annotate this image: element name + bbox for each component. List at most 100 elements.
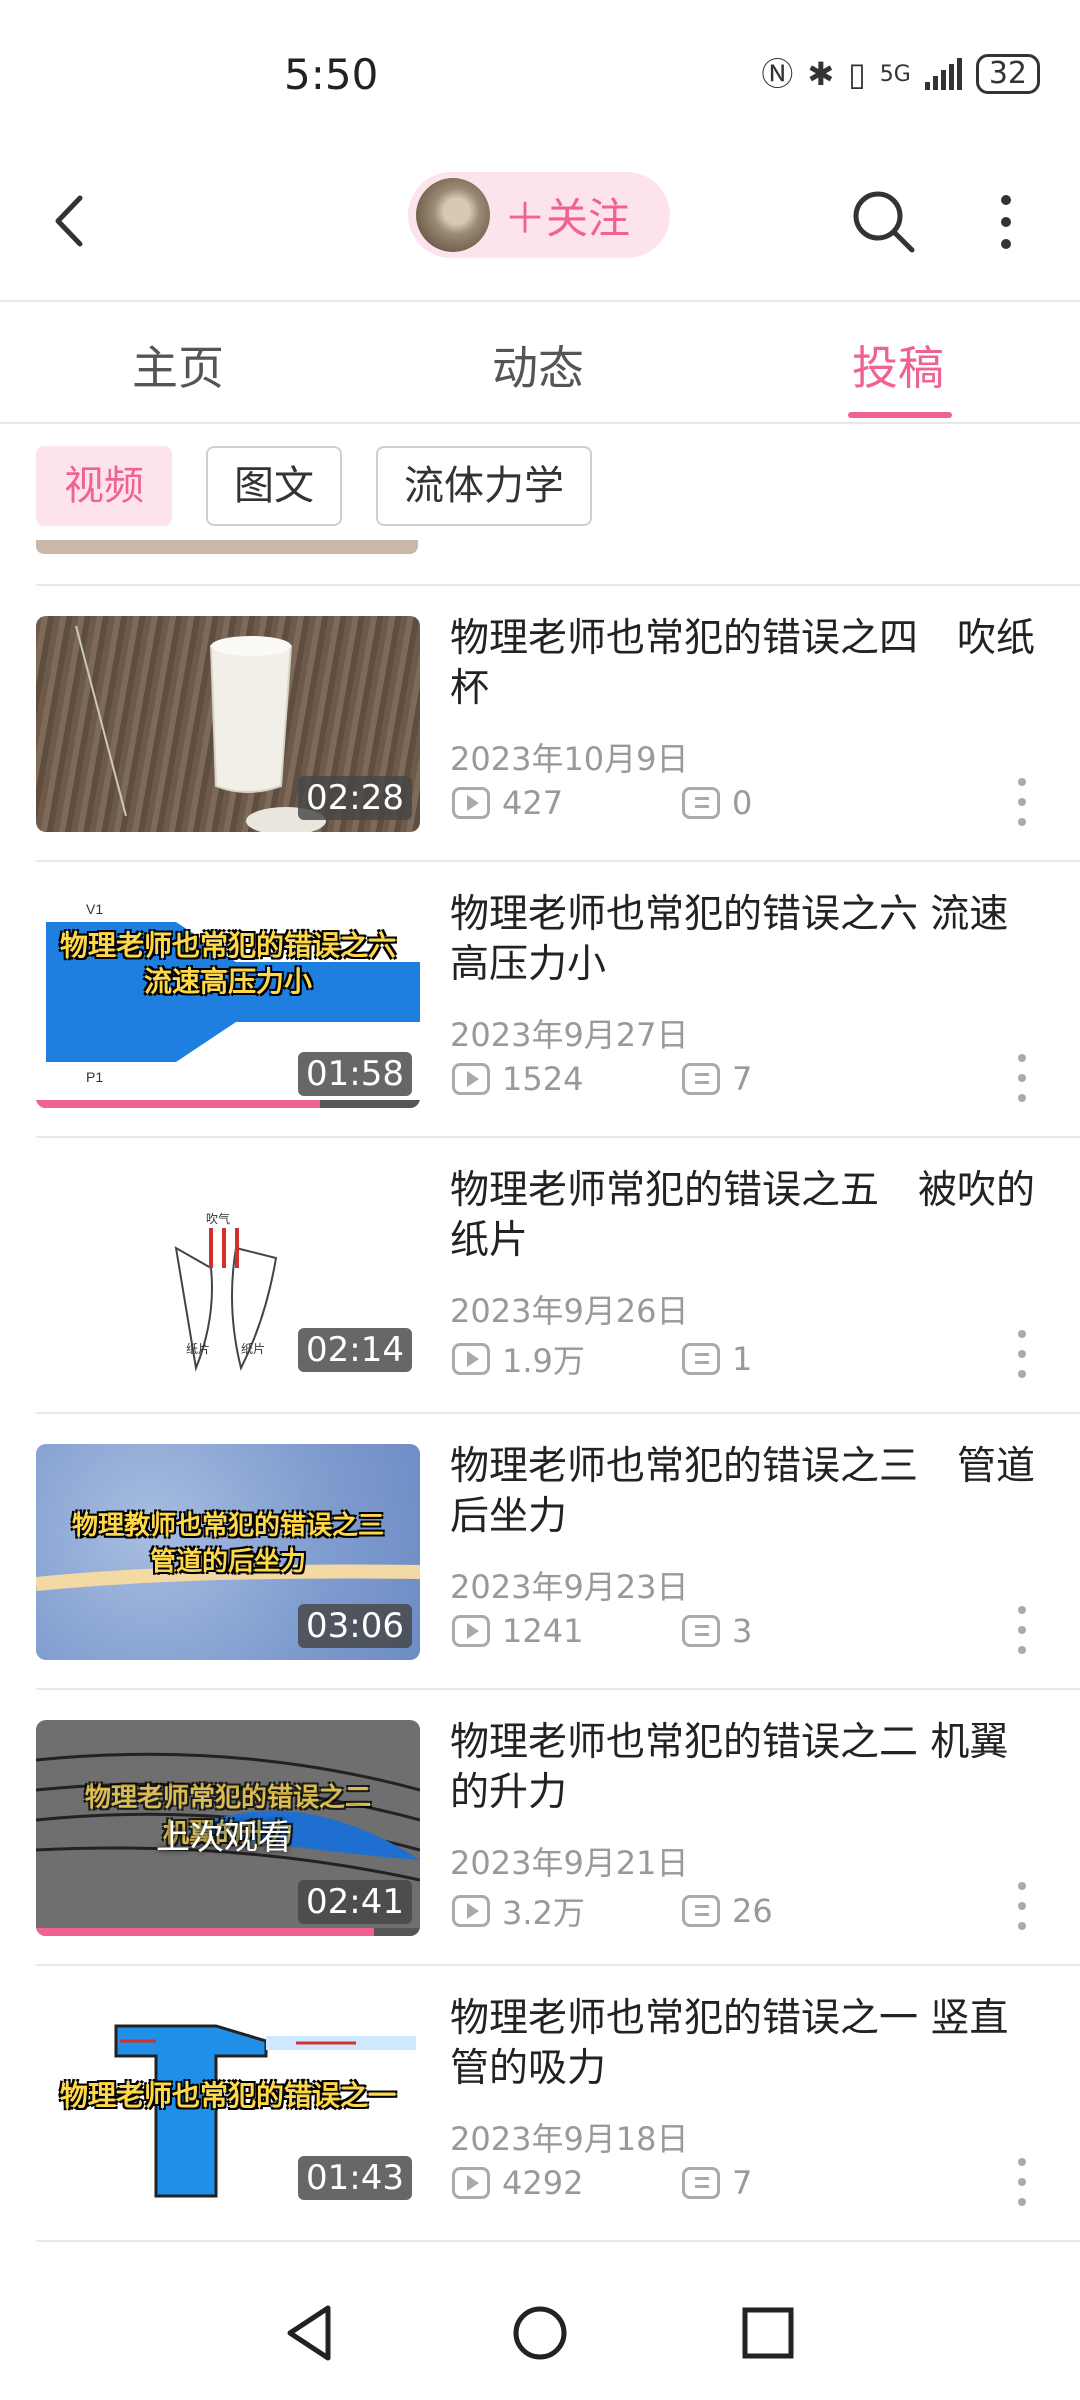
video-thumbnail[interactable]: 物理老师也常犯的错误之一 01:43 — [36, 1996, 420, 2212]
follow-button[interactable]: ＋关注 — [408, 172, 670, 258]
circle-home-icon — [513, 2306, 567, 2360]
signal-icon — [924, 58, 962, 90]
tab-home[interactable]: 主页 — [132, 332, 224, 398]
play-count-icon — [452, 1895, 490, 1927]
comment-icon — [682, 1343, 720, 1375]
comment-count: 3 — [732, 1612, 753, 1650]
video-title[interactable]: 物理老师也常犯的错误之三 管道后坐力 — [450, 1442, 1040, 1542]
video-duration: 03:06 — [298, 1604, 412, 1648]
more-options-button[interactable] — [986, 186, 1026, 258]
square-recents-icon — [742, 2307, 794, 2359]
video-date: 2023年9月26日 — [450, 1292, 689, 1330]
row-more-button[interactable] — [1012, 1606, 1032, 1654]
video-duration: 01:43 — [298, 2156, 412, 2200]
more-vertical-icon — [1001, 195, 1011, 249]
video-thumbnail[interactable]: 物理老师常犯的错误之二 机翼的升力 上次观看 02:41 — [36, 1720, 420, 1936]
search-button[interactable] — [848, 186, 920, 258]
filter-fluid-mechanics[interactable]: 流体力学 — [376, 446, 592, 526]
filter-video[interactable]: 视频 — [36, 446, 172, 526]
video-row[interactable]: V1 V2 P1 物理老师也常犯的错误之六 流速高压力小 01:58 物理老师也… — [0, 862, 1080, 1138]
thumbnail-caption: 物理教师也常犯的错误之三 管道的后坐力 — [71, 1511, 384, 1577]
video-stats: 427 0 — [452, 784, 752, 822]
video-thumbnail[interactable]: 02:28 — [36, 616, 420, 832]
svg-text:P1: P1 — [86, 1069, 103, 1085]
nav-back-button[interactable] — [276, 2298, 346, 2368]
active-tab-indicator — [848, 412, 952, 418]
row-more-button[interactable] — [1012, 778, 1032, 826]
video-thumbnail[interactable]: 吹气 纸片 纸片 02:14 — [36, 1168, 420, 1384]
tabs-divider — [0, 422, 1080, 424]
comment-count: 7 — [732, 1060, 753, 1098]
video-row[interactable]: 02:28 物理老师也常犯的错误之四 吹纸杯 2023年10月9日 427 0 — [0, 586, 1080, 862]
comment-icon — [682, 2167, 720, 2199]
video-stats: 4292 7 — [452, 2164, 752, 2202]
video-duration: 02:41 — [298, 1880, 412, 1924]
video-thumbnail[interactable]: 物理教师也常犯的错误之三 管道的后坐力 03:06 — [36, 1444, 420, 1660]
play-count-icon — [452, 1615, 490, 1647]
video-title[interactable]: 物理老师也常犯的错误之六 流速高压力小 — [450, 890, 1040, 990]
video-row[interactable]: 吹气 纸片 纸片 02:14 物理老师常犯的错误之五 被吹的纸片 2023年9月… — [0, 1138, 1080, 1414]
last-watched-label: 上次观看 — [156, 1818, 292, 1858]
tab-dynamics[interactable]: 动态 — [492, 332, 584, 398]
avatar[interactable] — [416, 178, 490, 252]
view-count: 1.9万 — [502, 1342, 585, 1380]
video-title[interactable]: 物理老师也常犯的错误之二 机翼的升力 — [450, 1718, 1040, 1818]
nav-home-button[interactable] — [505, 2298, 575, 2368]
video-list: 02:28 物理老师也常犯的错误之四 吹纸杯 2023年10月9日 427 0 … — [0, 586, 1080, 2242]
comment-icon — [682, 787, 720, 819]
video-stats: 1241 3 — [452, 1612, 752, 1650]
watch-progress-bar — [36, 1928, 374, 1936]
video-title[interactable]: 物理老师也常犯的错误之一 竖直管的吸力 — [450, 1994, 1040, 2094]
video-row[interactable]: 物理老师也常犯的错误之一 01:43 物理老师也常犯的错误之一 竖直管的吸力 2… — [0, 1966, 1080, 2242]
comment-icon — [682, 1615, 720, 1647]
filter-chips: 视频 图文 流体力学 — [36, 446, 592, 526]
thumbnail-caption: 物理老师也常犯的错误之一 — [59, 2079, 396, 2112]
filter-image-text[interactable]: 图文 — [206, 446, 342, 526]
view-count: 1524 — [502, 1060, 584, 1098]
system-nav-bar — [0, 2268, 1080, 2400]
row-more-button[interactable] — [1012, 2158, 1032, 2206]
nfc-icon: Ⓝ — [761, 55, 794, 93]
row-more-button[interactable] — [1012, 1054, 1032, 1102]
nav-recents-button[interactable] — [733, 2298, 803, 2368]
video-thumbnail[interactable]: V1 V2 P1 物理老师也常犯的错误之六 流速高压力小 01:58 — [36, 892, 420, 1108]
video-row[interactable]: 物理教师也常犯的错误之三 管道的后坐力 03:06 物理老师也常犯的错误之三 管… — [0, 1414, 1080, 1690]
chevron-left-icon — [55, 195, 83, 247]
row-more-button[interactable] — [1012, 1330, 1032, 1378]
video-date: 2023年9月23日 — [450, 1568, 689, 1606]
thumbnail-caption: 物理老师也常犯的错误之六 流速高压力小 — [59, 929, 396, 998]
battery-icon: 32 — [975, 54, 1040, 94]
video-date: 2023年9月27日 — [450, 1016, 689, 1054]
comment-count: 7 — [732, 2164, 753, 2202]
view-count: 427 — [502, 784, 564, 822]
network-type: 5G — [879, 61, 911, 87]
vibrate-icon: ▯ — [848, 55, 866, 93]
video-stats: 3.2万 26 — [452, 1888, 773, 1934]
comment-count: 26 — [732, 1892, 773, 1930]
diagram-label-paper-left: 纸片 — [186, 1342, 210, 1356]
video-stats: 1524 7 — [452, 1060, 752, 1098]
follow-label: ＋关注 — [504, 193, 631, 243]
svg-text:V1: V1 — [86, 901, 103, 917]
video-thumbnail[interactable] — [36, 540, 418, 554]
video-row[interactable]: 物理老师常犯的错误之二 机翼的升力 上次观看 02:41 物理老师也常犯的错误之… — [0, 1690, 1080, 1966]
tab-uploads[interactable]: 投稿 — [852, 332, 944, 398]
video-date: 2023年9月21日 — [450, 1844, 689, 1882]
video-duration: 01:58 — [298, 1052, 412, 1096]
back-button[interactable] — [36, 186, 106, 256]
row-more-button[interactable] — [1012, 1882, 1032, 1930]
video-date: 2023年9月18日 — [450, 2120, 689, 2158]
status-bar: 5:50 Ⓝ ✱ ▯ 5G 32 — [0, 0, 1080, 150]
comment-icon — [682, 1063, 720, 1095]
video-stats: 1.9万 1 — [452, 1336, 752, 1382]
video-title[interactable]: 物理老师常犯的错误之五 被吹的纸片 — [450, 1166, 1040, 1266]
status-time: 5:50 — [284, 50, 379, 99]
view-count: 1241 — [502, 1612, 584, 1650]
view-count: 4292 — [502, 2164, 584, 2202]
video-duration: 02:28 — [298, 776, 412, 820]
comment-icon — [682, 1895, 720, 1927]
play-count-icon — [452, 1343, 490, 1375]
video-date: 2023年10月9日 — [450, 740, 689, 778]
triangle-back-icon — [287, 2305, 331, 2361]
video-title[interactable]: 物理老师也常犯的错误之四 吹纸杯 — [450, 614, 1040, 714]
